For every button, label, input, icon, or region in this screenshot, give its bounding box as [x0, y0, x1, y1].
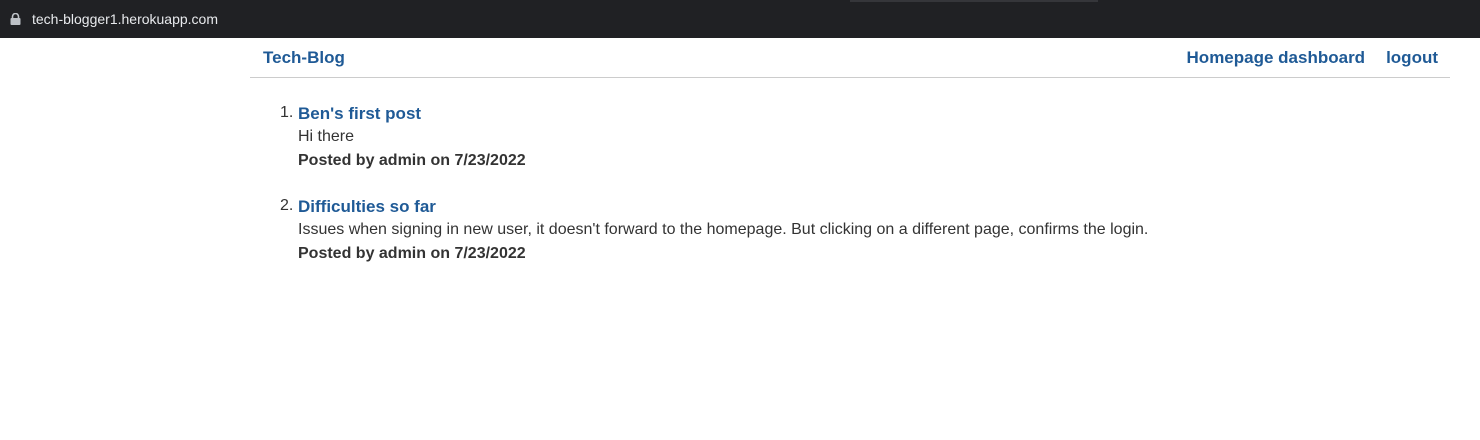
nav-links: Homepage dashboard logout — [1187, 48, 1438, 68]
post-title-link[interactable]: Difficulties so far — [298, 196, 1148, 218]
logout-link[interactable]: logout — [1386, 48, 1438, 68]
url-text[interactable]: tech-blogger1.herokuapp.com — [32, 11, 218, 27]
post-body: Issues when signing in new user, it does… — [298, 221, 1149, 238]
post-list: 1. Ben's first post Hi there Posted by a… — [280, 103, 1149, 289]
list-item: 1. Ben's first post Hi there Posted by a… — [280, 103, 1148, 173]
post-meta: Posted by admin on 7/23/2022 — [298, 245, 526, 262]
brand-link[interactable]: Tech-Blog — [263, 48, 345, 68]
page-content: Tech-Blog Homepage dashboard logout 1. B… — [0, 38, 1480, 440]
active-tab-indicator — [850, 0, 1098, 2]
lock-icon[interactable] — [10, 13, 21, 25]
homepage-dashboard-link[interactable]: Homepage dashboard — [1187, 48, 1366, 68]
post-body: Hi there — [298, 128, 355, 145]
list-item: 2. Difficulties so far Issues when signi… — [280, 196, 1149, 266]
browser-address-bar: tech-blogger1.herokuapp.com — [0, 0, 1480, 38]
site-navbar: Tech-Blog Homepage dashboard logout — [250, 38, 1450, 78]
post-number: 1. — [280, 104, 294, 121]
post-meta: Posted by admin on 7/23/2022 — [298, 152, 526, 169]
post-number: 2. — [280, 197, 294, 214]
post-title-link[interactable]: Ben's first post — [298, 103, 1148, 125]
